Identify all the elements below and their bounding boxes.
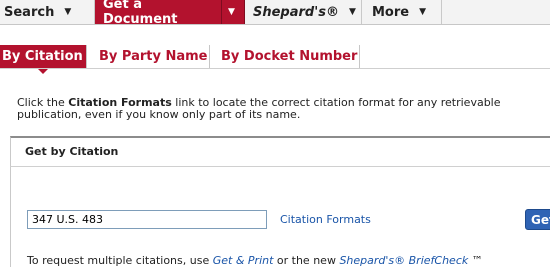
tab-by-docket-number[interactable]: By Docket Number <box>210 45 360 68</box>
instructions-text: Click the Citation Formats link to locat… <box>17 97 545 121</box>
chevron-down-icon[interactable]: ▼ <box>228 7 235 17</box>
chevron-down-icon[interactable]: ▼ <box>349 7 356 17</box>
nav-shepards[interactable]: Shepard's® ▼ <box>245 0 362 24</box>
nav-shepards-label: Shepard's® <box>253 4 339 20</box>
tab-by-party-name[interactable]: By Party Name <box>87 45 210 68</box>
section-title: Get by Citation <box>25 145 119 158</box>
footer-suffix: ™ <box>468 254 483 267</box>
briefcheck-link[interactable]: Shepard's® BriefCheck <box>339 254 468 267</box>
tab-by-citation[interactable]: By Citation <box>0 45 87 74</box>
nav-get-document-label: Get a Document <box>103 0 178 27</box>
tab-by-docket-number-label: By Docket Number <box>221 49 358 64</box>
nav-search-label: Search <box>4 4 55 20</box>
nav-more[interactable]: More ▼ <box>362 0 442 24</box>
footer-middle: or the new <box>273 254 340 267</box>
divider <box>10 167 11 267</box>
footer-prefix: To request multiple citations, use <box>27 254 213 267</box>
nav-get-document-dropdown[interactable]: ▼ <box>222 0 245 24</box>
tab-by-citation-label: By Citation <box>2 49 83 64</box>
get-and-print-link[interactable]: Get & Print <box>213 254 274 267</box>
divider <box>0 68 550 69</box>
multiple-citations-text: To request multiple citations, use Get &… <box>27 254 483 267</box>
chevron-down-icon[interactable]: ▼ <box>64 7 71 17</box>
citation-input[interactable] <box>27 210 267 229</box>
nav-more-label: More <box>372 4 410 20</box>
nav-get-document[interactable]: Get a Document <box>95 0 222 27</box>
citation-formats-link[interactable]: Citation Formats <box>280 213 371 226</box>
tab-by-party-name-label: By Party Name <box>99 49 208 64</box>
get-button[interactable]: Get <box>525 209 550 230</box>
chevron-down-icon[interactable]: ▼ <box>419 7 426 17</box>
nav-search[interactable]: Search ▼ <box>0 0 95 24</box>
